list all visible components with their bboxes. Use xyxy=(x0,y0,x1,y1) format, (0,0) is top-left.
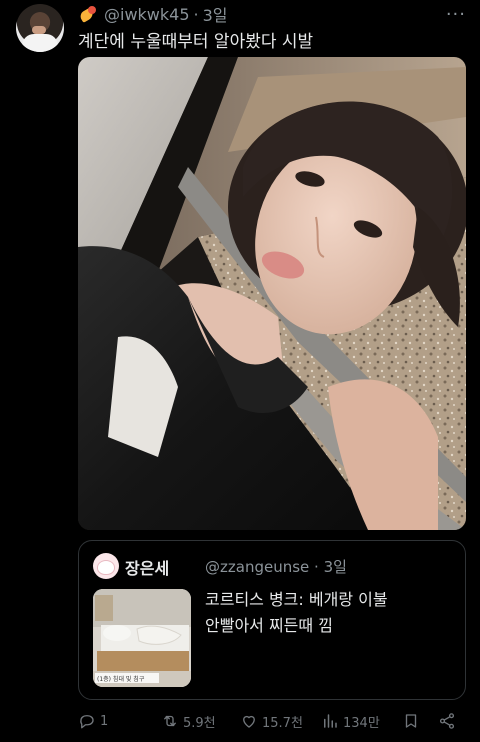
header-separator: · xyxy=(193,4,199,24)
quote-author-avatar[interactable] xyxy=(93,553,119,579)
author-avatar[interactable] xyxy=(16,4,64,52)
quote-tweet-card[interactable]: 장은세 @zzangeunse · 3일 (1층) 침대 및 침구 코르티스 병… xyxy=(78,540,466,700)
retweet-button[interactable]: 5.9천 xyxy=(161,708,216,734)
view-count: 134만 xyxy=(343,715,380,731)
bookmark-icon xyxy=(405,714,417,728)
more-options-icon[interactable]: ··· xyxy=(446,4,466,25)
tweet-photo[interactable] xyxy=(78,57,466,530)
avatar-hand xyxy=(32,26,46,34)
tweet-time[interactable]: 3일 xyxy=(203,2,228,26)
quote-text-line-2: 안빨아서 찌든때 낌 xyxy=(205,616,333,635)
quote-author-handle: @zzangeunse xyxy=(205,558,310,576)
reply-icon xyxy=(80,715,94,729)
tweet-header: @iwkwk45 · 3일 xyxy=(78,3,228,25)
quote-author-name[interactable]: 장은세 xyxy=(125,555,169,579)
share-button[interactable] xyxy=(438,708,456,734)
retweet-icon xyxy=(164,715,176,727)
quote-thumbnail[interactable]: (1층) 침대 및 침구 xyxy=(93,589,191,687)
views-icon xyxy=(324,714,337,728)
retweet-count: 5.9천 xyxy=(183,715,216,731)
share-icon xyxy=(439,713,455,729)
quote-text: 코르티스 병크: 베개랑 이불 안빨아서 찌든때 낌 xyxy=(205,587,455,639)
reply-count: 1 xyxy=(100,713,109,729)
photo-illustration xyxy=(78,57,466,530)
avatar-shirt xyxy=(22,34,58,52)
quote-text-line-1: 코르티스 병크: 베개랑 이불 xyxy=(205,590,388,609)
thumb-caption: (1층) 침대 및 침구 xyxy=(97,675,145,683)
like-button[interactable]: 15.7천 xyxy=(240,708,303,734)
author-handle[interactable]: @iwkwk45 xyxy=(104,5,190,24)
emoji-icon xyxy=(78,6,98,22)
quote-time: 3일 xyxy=(323,558,347,576)
bookmark-button[interactable] xyxy=(402,708,420,734)
heart-icon xyxy=(243,715,255,728)
bed-photo-illustration: (1층) 침대 및 침구 xyxy=(93,589,191,687)
views-button[interactable]: 134만 xyxy=(321,708,380,734)
reply-button[interactable]: 1 xyxy=(78,708,108,734)
action-bar: 1 5.9천 15.7천 134만 xyxy=(78,708,458,734)
quote-author-meta: @zzangeunse · 3일 xyxy=(205,556,347,577)
tweet-text: 계단에 누울때부터 알아봤다 시발 xyxy=(78,32,314,52)
quote-separator: · xyxy=(314,558,319,576)
like-count: 15.7천 xyxy=(262,715,303,731)
